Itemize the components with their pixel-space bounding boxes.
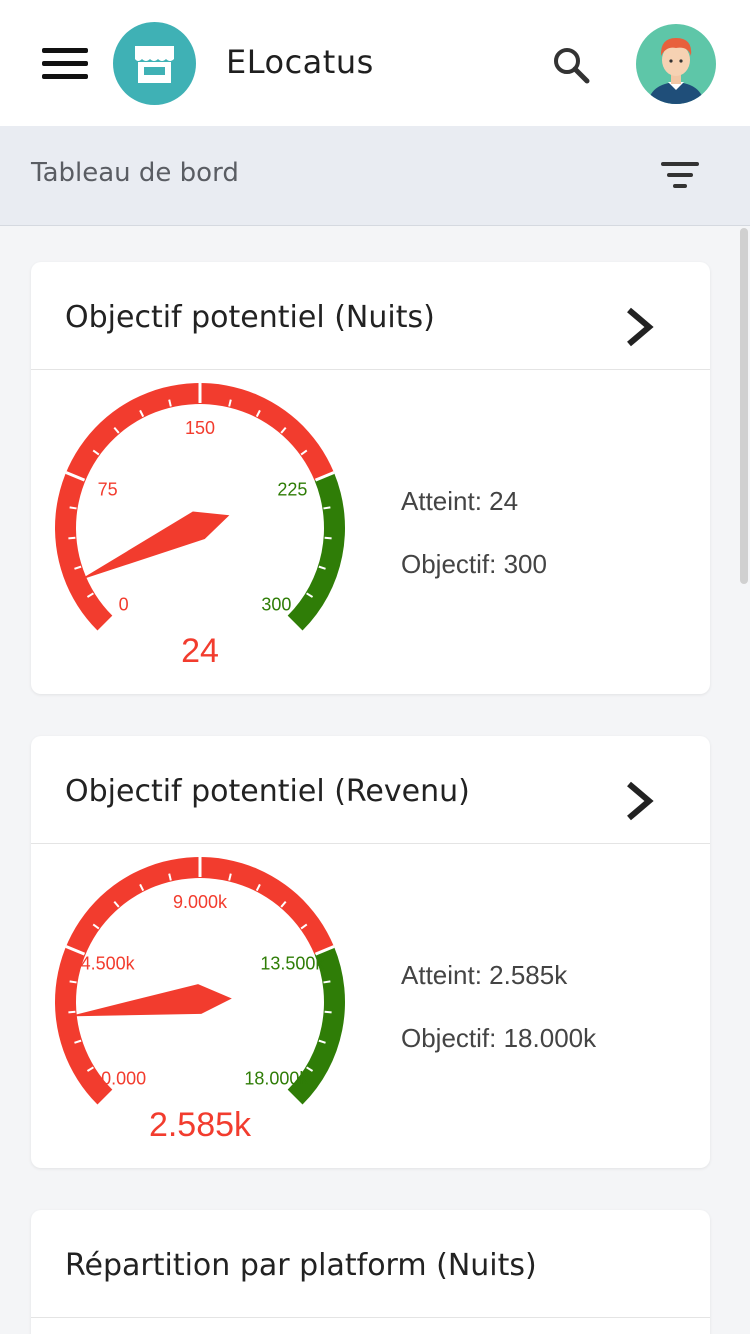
achieved-label: Atteint: 24 xyxy=(401,486,519,516)
card-title: Objectif potentiel (Revenu) xyxy=(65,774,470,809)
platform-breakdown-card: Répartition par platform (Nuits) xyxy=(31,1210,710,1334)
card-title: Objectif potentiel (Nuits) xyxy=(65,300,435,335)
store-icon xyxy=(113,22,196,105)
card-header: Répartition par platform (Nuits) xyxy=(31,1210,710,1318)
gauge-value-label: 24 xyxy=(181,632,219,670)
gauge-tick-label: 225 xyxy=(277,480,307,500)
menu-icon[interactable] xyxy=(40,44,90,84)
gauge-tick-label: 0 xyxy=(119,594,129,614)
page-title: Tableau de bord xyxy=(31,158,239,188)
gauge-needle xyxy=(78,511,230,581)
target-label: Objectif: 300 xyxy=(401,549,547,579)
gauge-tick-label: 13.500k xyxy=(260,954,325,974)
achieved-label: Atteint: 2.585k xyxy=(401,960,568,990)
app-title: ELocatus xyxy=(226,43,374,81)
gauge-tick xyxy=(324,536,332,540)
gauge-tick xyxy=(324,1010,332,1014)
gauge-tick-label: 300 xyxy=(261,594,291,614)
gauge-card-nights: Objectif potentiel (Nuits) 0 75 150 225 300 2… xyxy=(31,262,710,694)
card-header: Objectif potentiel (Nuits) xyxy=(31,262,710,370)
gauge-tick xyxy=(323,980,331,984)
card-header: Objectif potentiel (Revenu) xyxy=(31,736,710,844)
gauge-needle xyxy=(68,984,232,1017)
gauge-value-label: 2.585k xyxy=(149,1106,252,1144)
dashboard-header: Tableau de bord xyxy=(0,126,750,226)
scrollbar[interactable] xyxy=(740,228,748,584)
avatar[interactable] xyxy=(636,24,716,104)
chevron-right-icon[interactable] xyxy=(621,776,661,826)
app-bar: ELocatus xyxy=(0,0,750,126)
chevron-right-icon[interactable] xyxy=(621,302,661,352)
gauge-tick-label: 18.000k xyxy=(244,1068,309,1088)
gauge-tick-label: 4.500k xyxy=(81,954,136,974)
gauge-chart: 0.000 4.500k 9.000k 13.500k 18.000k 2.585k xyxy=(54,857,345,1144)
gauge-tick-label: 9.000k xyxy=(173,892,228,912)
gauge-tick-label: 150 xyxy=(185,418,215,438)
gauge-chart: 0 75 150 225 300 24 xyxy=(54,382,345,670)
gauge-tick-label: 0.000 xyxy=(101,1068,146,1088)
gauge-tick xyxy=(323,506,331,510)
gauge-tick xyxy=(68,1010,76,1014)
gauge-tick xyxy=(69,980,77,984)
gauge-tick xyxy=(68,536,76,540)
filter-icon[interactable] xyxy=(658,160,702,192)
gauge-card-revenue: Objectif potentiel (Revenu) 0.000 4.500k 9… xyxy=(31,736,710,1168)
search-icon[interactable] xyxy=(548,42,594,88)
target-label: Objectif: 18.000k xyxy=(401,1023,597,1053)
gauge-tick-label: 75 xyxy=(98,480,118,500)
card-title: Répartition par platform (Nuits) xyxy=(65,1248,537,1283)
gauge-tick xyxy=(69,506,77,510)
